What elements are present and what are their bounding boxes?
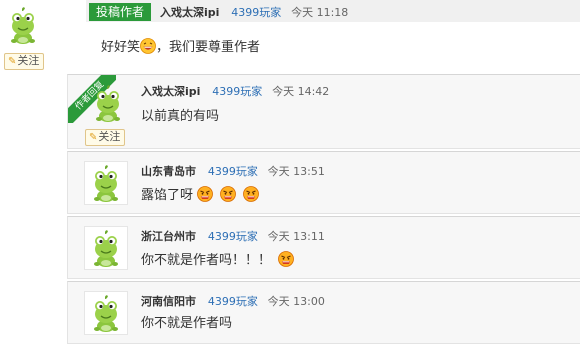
username-link[interactable]: 入戏太深ipi: [141, 85, 200, 98]
timestamp: 今天 13:11: [267, 230, 325, 243]
user-tag[interactable]: 4399玩家: [208, 165, 258, 178]
avatar[interactable]: [88, 83, 128, 123]
reply-meta: 入戏太深ipi 4399玩家 今天 14:42: [141, 84, 329, 99]
pencil-icon: ✎: [8, 56, 17, 67]
pencil-icon: ✎: [89, 132, 98, 143]
reply-meta: 河南信阳市 4399玩家 今天 13:00: [141, 294, 325, 309]
timestamp: 今天 13:51: [267, 165, 325, 178]
angry-emoji-icon: [197, 186, 213, 202]
avatar[interactable]: [84, 291, 128, 335]
username-link[interactable]: 浙江台州市: [141, 230, 196, 243]
user-tag[interactable]: 4399玩家: [208, 230, 258, 243]
laughing-emoji-icon: [140, 38, 156, 54]
username-link[interactable]: 入戏太深ipi: [160, 6, 219, 19]
angry-emoji-icon: [278, 251, 294, 267]
frog-avatar-icon: [88, 83, 128, 123]
user-tag[interactable]: 4399玩家: [208, 295, 258, 308]
reply-content: 以前真的有吗: [141, 109, 220, 124]
frog-avatar-icon: [86, 163, 126, 203]
reply-content: 露馅了呀: [141, 184, 259, 203]
follow-button[interactable]: ✎关注: [4, 53, 45, 70]
user-tag[interactable]: 4399玩家: [212, 85, 262, 98]
username-link[interactable]: 河南信阳市: [141, 295, 196, 308]
frog-avatar-icon: [86, 228, 126, 268]
avatar[interactable]: [3, 5, 43, 45]
post-meta: 入戏太深ipi 4399玩家 今天 11:18: [160, 5, 348, 20]
reply-content: 你不就是作者吗: [141, 316, 233, 331]
timestamp: 今天 14:42: [272, 85, 330, 98]
username-link[interactable]: 山东青岛市: [141, 165, 196, 178]
frog-avatar-icon: [3, 5, 43, 45]
reply-meta: 浙江台州市 4399玩家 今天 13:11: [141, 229, 325, 244]
avatar[interactable]: [84, 161, 128, 205]
reply-card: 作者回复 ✎关注 入戏太深ipi 4399玩家 今天 14:42 以前真的有吗: [67, 74, 580, 149]
reply-card: 浙江台州市 4399玩家 今天 13:11 你不就是作者吗！！！: [67, 216, 580, 279]
user-tag[interactable]: 4399玩家: [231, 6, 281, 19]
timestamp: 今天 13:00: [267, 295, 325, 308]
reply-meta: 山东青岛市 4399玩家 今天 13:51: [141, 164, 325, 179]
post-content: 好好笑 ，我们要尊重作者: [101, 38, 261, 55]
frog-avatar-icon: [86, 293, 126, 333]
reply-content: 你不就是作者吗！！！: [141, 249, 294, 268]
angry-emoji-icon: [243, 186, 259, 202]
avatar[interactable]: [84, 226, 128, 270]
reply-card: 河南信阳市 4399玩家 今天 13:00 你不就是作者吗: [67, 281, 580, 344]
timestamp: 今天 11:18: [291, 6, 349, 19]
follow-button[interactable]: ✎关注: [85, 129, 126, 146]
angry-emoji-icon: [220, 186, 236, 202]
author-badge: 投稿作者: [89, 3, 152, 21]
reply-card: 山东青岛市 4399玩家 今天 13:51 露馅了呀: [67, 151, 580, 214]
